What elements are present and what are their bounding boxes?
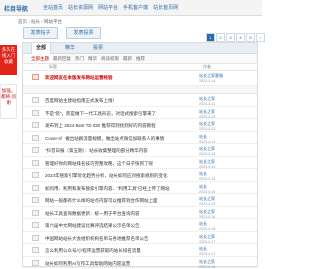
tab-digest[interactable]: 精华	[61, 43, 79, 54]
post-button-row: 发表帖子 发表投票	[23, 27, 101, 39]
column-author-label: 作者	[203, 64, 211, 69]
thread-icon	[32, 247, 39, 253]
thread-icon	[32, 159, 39, 166]
thread-title[interactable]: 欢迎网友在本版发布网站运营经验	[45, 75, 195, 81]
thread-row[interactable]: 站长如何利用AI写作工具帮助网站内容运营 站长之家 2023-4-18	[23, 257, 257, 269]
nav-link[interactable]: 手机客户端	[123, 4, 148, 11]
thread-row[interactable]: Cover-it！做出站群流量规模，做出站点微信加联系人的事情 站长 2023-…	[23, 132, 257, 144]
thread-date: 2023-4-14	[199, 164, 216, 169]
filter-item[interactable]: 最新回复	[53, 56, 71, 62]
page-link[interactable]: 5	[246, 33, 255, 42]
thread-date: 2023-4-13	[199, 139, 216, 144]
column-header: 标题 作者	[23, 64, 257, 71]
thread-icon	[32, 234, 39, 241]
thread-icon	[32, 97, 39, 103]
thread-date: 2023-4-17	[199, 239, 216, 244]
thread-date: 2023-4-16	[199, 214, 216, 219]
thread-title[interactable]: 发布到上 2024 Best TD IDE 推荐得到找到好的内容教程	[45, 123, 195, 129]
thread-row[interactable]: “抖音日报（第五期）：站长收集整理的部分精华内容 站长之家 2023-4-14	[23, 144, 257, 157]
thread-date: 2023-4-13	[199, 127, 216, 131]
thread-row[interactable]: 不是“装”，而是做下一代工具形态，对话式搜索引擎来了 站长之家 2023-4-1…	[23, 107, 257, 119]
nav-link[interactable]: 站长首页网	[153, 4, 178, 11]
thread-date: 2023-4-15	[199, 189, 216, 194]
thread-list-panel: 全部 精华 投票 全部主题 最新回复 热门 精华 阅读权限 最新 推荐 标题 作…	[22, 42, 258, 269]
thread-title[interactable]: 中国网站站长大会组织机构名单与各地推荐名单公告	[45, 236, 195, 242]
thread-title[interactable]: 百度网站主建站指南正式发布上线！	[45, 98, 195, 104]
thread-title[interactable]: 如何用、利用和发布搜索引擎内容、“利用工具”已经上传了网站	[45, 186, 195, 192]
thread-icon	[32, 222, 39, 228]
thread-tabs: 全部 精华 投票	[23, 42, 257, 54]
thread-icon	[32, 197, 39, 203]
thread-row[interactable]: 如何用、利用和发布搜索引擎内容、“利用工具”已经上传了网站 站长 2023-4-…	[23, 182, 257, 194]
thread-title[interactable]: Cover-it！做出站群流量规模，做出站点微信加联系人的事情	[45, 136, 195, 142]
thread-icon	[32, 209, 39, 216]
thread-row[interactable]: 第六届中文网站建设比赛评选结果公示名单公告 站长 2023-4-16	[23, 219, 257, 232]
filter-item[interactable]: 最新	[123, 56, 132, 62]
thread-row[interactable]: 中国网站站长大会组织机构名单与各地推荐名单公告 站长之家 2023-4-17	[23, 232, 257, 244]
thread-row[interactable]: 管理好你的网站排名技巧完整攻略，这个日子快到了呢 站长之家 2023-4-14	[23, 157, 257, 169]
page-link[interactable]: 3	[226, 33, 235, 42]
thread-icon	[32, 109, 39, 116]
site-logo[interactable]: 栏目导航	[4, 4, 28, 13]
nav-link[interactable]: 站长资源网	[68, 4, 93, 11]
pin-icon	[32, 74, 39, 80]
thread-icon	[32, 122, 39, 128]
nav-link[interactable]: 全站首页	[43, 4, 63, 11]
thread-title[interactable]: 站长如何利用AI写作工具帮助网站内容运营	[45, 261, 195, 267]
thread-date: 2023-4-15	[199, 202, 216, 206]
thread-title[interactable]: 管理好你的网站排名技巧完整攻略，这个日子快到了呢	[45, 161, 195, 167]
thread-icon	[32, 134, 39, 141]
thread-icon	[32, 147, 39, 153]
left-ad-banner-secondary[interactable]: 加强，都将·问 谢	[0, 84, 17, 119]
thread-date: 2023-4-12	[199, 114, 216, 119]
top-nav: 全站首页 站长资源网 网站平台 手机客户端 站长首页网	[43, 4, 178, 11]
breadcrumb: 首页 › 站长 › 网站平台	[18, 19, 62, 24]
filter-item[interactable]: 推荐	[136, 56, 145, 62]
next-page-button[interactable]: ›	[256, 33, 265, 42]
thread-date: 2023-4-17	[199, 252, 216, 256]
thread-date: 2023-4-14	[199, 152, 216, 156]
section-separator	[23, 86, 257, 94]
new-vote-button[interactable]: 发表投票	[66, 27, 101, 39]
thread-date: 2023-2-14	[199, 79, 216, 83]
thread-date: 2023-4-14	[199, 177, 216, 181]
thread-date: 2023-4-16	[199, 227, 216, 231]
filter-bar: 全部主题 最新回复 热门 精华 阅读权限 最新 推荐	[23, 54, 257, 64]
thread-title[interactable]: 2024年搜索引擎优化趋势分析，站长如何应对搜索规则的变化	[45, 173, 195, 179]
tab-all[interactable]: 全部	[31, 42, 52, 54]
thread-title[interactable]: 站长工具查询数据更新：统一用于平台查询内容	[45, 211, 195, 217]
filter-item[interactable]: 全部主题	[31, 56, 49, 62]
thread-icon	[32, 184, 39, 191]
thread-row[interactable]: 百度网站主建站指南正式发布上线！ 站长之家 2023-4-11	[23, 94, 257, 107]
thread-row[interactable]: 发布到上 2024 Best TD IDE 推荐得到找到好的内容教程 站长之家 …	[23, 119, 257, 132]
thread-title[interactable]: 怎么利用公众号/小程序运营获取的站长排名流量	[45, 248, 195, 254]
thread-icon	[32, 172, 39, 178]
thread-title[interactable]: 第六届中文网站建设比赛评选结果公示名单公告	[45, 223, 195, 229]
top-bar: 栏目导航 全站首页 站长资源网 网站平台 手机客户端 站长首页网	[0, 0, 262, 16]
thread-title[interactable]: “抖音日报（第五期）：站长收集整理的部分精华内容	[45, 148, 195, 154]
thread-title[interactable]: 网站一般都有什么样的站点内容可以推荐到合作网站上面	[45, 198, 195, 204]
sticky-thread-row[interactable]: 欢迎网友在本版发布网站运营经验 站长之家客服 2023-2-14	[23, 71, 257, 86]
left-ad-banner[interactable]: 多久在线入门 收藏	[0, 45, 17, 75]
thread-row[interactable]: 站长工具查询数据更新：统一用于平台查询内容 站长之家 2023-4-16	[23, 207, 257, 219]
nav-link[interactable]: 网站平台	[98, 4, 118, 11]
new-post-button[interactable]: 发表帖子	[23, 27, 58, 39]
filter-item[interactable]: 精华	[88, 56, 97, 62]
filter-item[interactable]: 热门	[75, 56, 84, 62]
column-title-label: 标题	[49, 64, 57, 69]
page-link[interactable]: 1	[206, 33, 215, 42]
thread-row[interactable]: 2024年搜索引擎优化趋势分析，站长如何应对搜索规则的变化 站长 2023-4-…	[23, 169, 257, 182]
page-link[interactable]: 2	[216, 33, 225, 42]
thread-title[interactable]: 不是“装”，而是做下一代工具形态，对话式搜索引擎来了	[45, 111, 195, 117]
thread-row[interactable]: 网站一般都有什么样的站点内容可以推荐到合作网站上面 站长之家 2023-4-15	[23, 194, 257, 207]
filter-item[interactable]: 阅读权限	[101, 56, 119, 62]
thread-date: 2023-4-11	[199, 102, 216, 106]
page-link[interactable]: 4	[236, 33, 245, 42]
tab-vote[interactable]: 投票	[89, 43, 107, 54]
thread-row[interactable]: 怎么利用公众号/小程序运营获取的站长排名流量 站长 2023-4-17	[23, 244, 257, 257]
thread-icon	[32, 259, 39, 266]
pagination: 1 2 3 4 5 ›	[206, 33, 265, 42]
